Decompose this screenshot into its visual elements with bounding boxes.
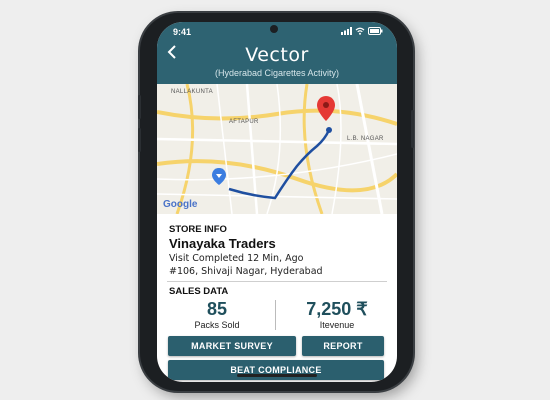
store-name: Vinayaka Traders <box>169 236 276 251</box>
beat-compliance-button[interactable]: BEAT COMPLIANCE <box>168 360 384 380</box>
phone-side-button <box>411 110 414 148</box>
map-roads <box>157 84 397 214</box>
packs-sold-label: Packs Sold <box>194 320 240 330</box>
battery-icon <box>368 27 383 35</box>
revenue-label: Itevenue <box>319 320 355 330</box>
phone-side-button <box>138 95 141 119</box>
google-logo: Google <box>163 199 198 210</box>
sales-data-heading: SALES DATA <box>169 286 229 297</box>
map-label: NALLAKUNTA <box>171 89 213 95</box>
signal-icon <box>341 27 352 35</box>
divider <box>167 281 387 282</box>
map-view[interactable]: NALLAKUNTA AFTAPUR L.B. NAGAR Google <box>157 84 397 214</box>
wifi-icon <box>355 27 365 35</box>
packs-sold-value: 85 <box>206 299 228 319</box>
status-icons <box>341 27 383 35</box>
store-address: #106, Shivaji Nagar, Hyderabad <box>169 266 323 277</box>
market-survey-button[interactable]: MARKET SURVEY <box>168 336 296 356</box>
front-camera <box>270 25 278 33</box>
app-header: 9:41 Vector (Hyderabad Cigarettes Activi… <box>157 22 397 84</box>
map-label: L.B. NAGAR <box>347 136 384 142</box>
visit-status: Visit Completed 12 Min, Ago <box>169 253 304 264</box>
home-indicator <box>237 374 317 377</box>
report-button[interactable]: REPORT <box>302 336 384 356</box>
revenue-value: 7,250 ₹ <box>306 299 368 319</box>
status-time: 9:41 <box>173 27 192 37</box>
phone-side-button <box>138 128 141 152</box>
app-screen: 9:41 Vector (Hyderabad Cigarettes Activi… <box>157 22 397 382</box>
stats-separator <box>275 300 276 330</box>
map-label: AFTAPUR <box>229 119 259 125</box>
page-title: Vector <box>245 44 309 66</box>
store-info-heading: STORE INFO <box>169 224 227 235</box>
page-subtitle: (Hyderabad Cigarettes Activity) <box>214 68 340 78</box>
